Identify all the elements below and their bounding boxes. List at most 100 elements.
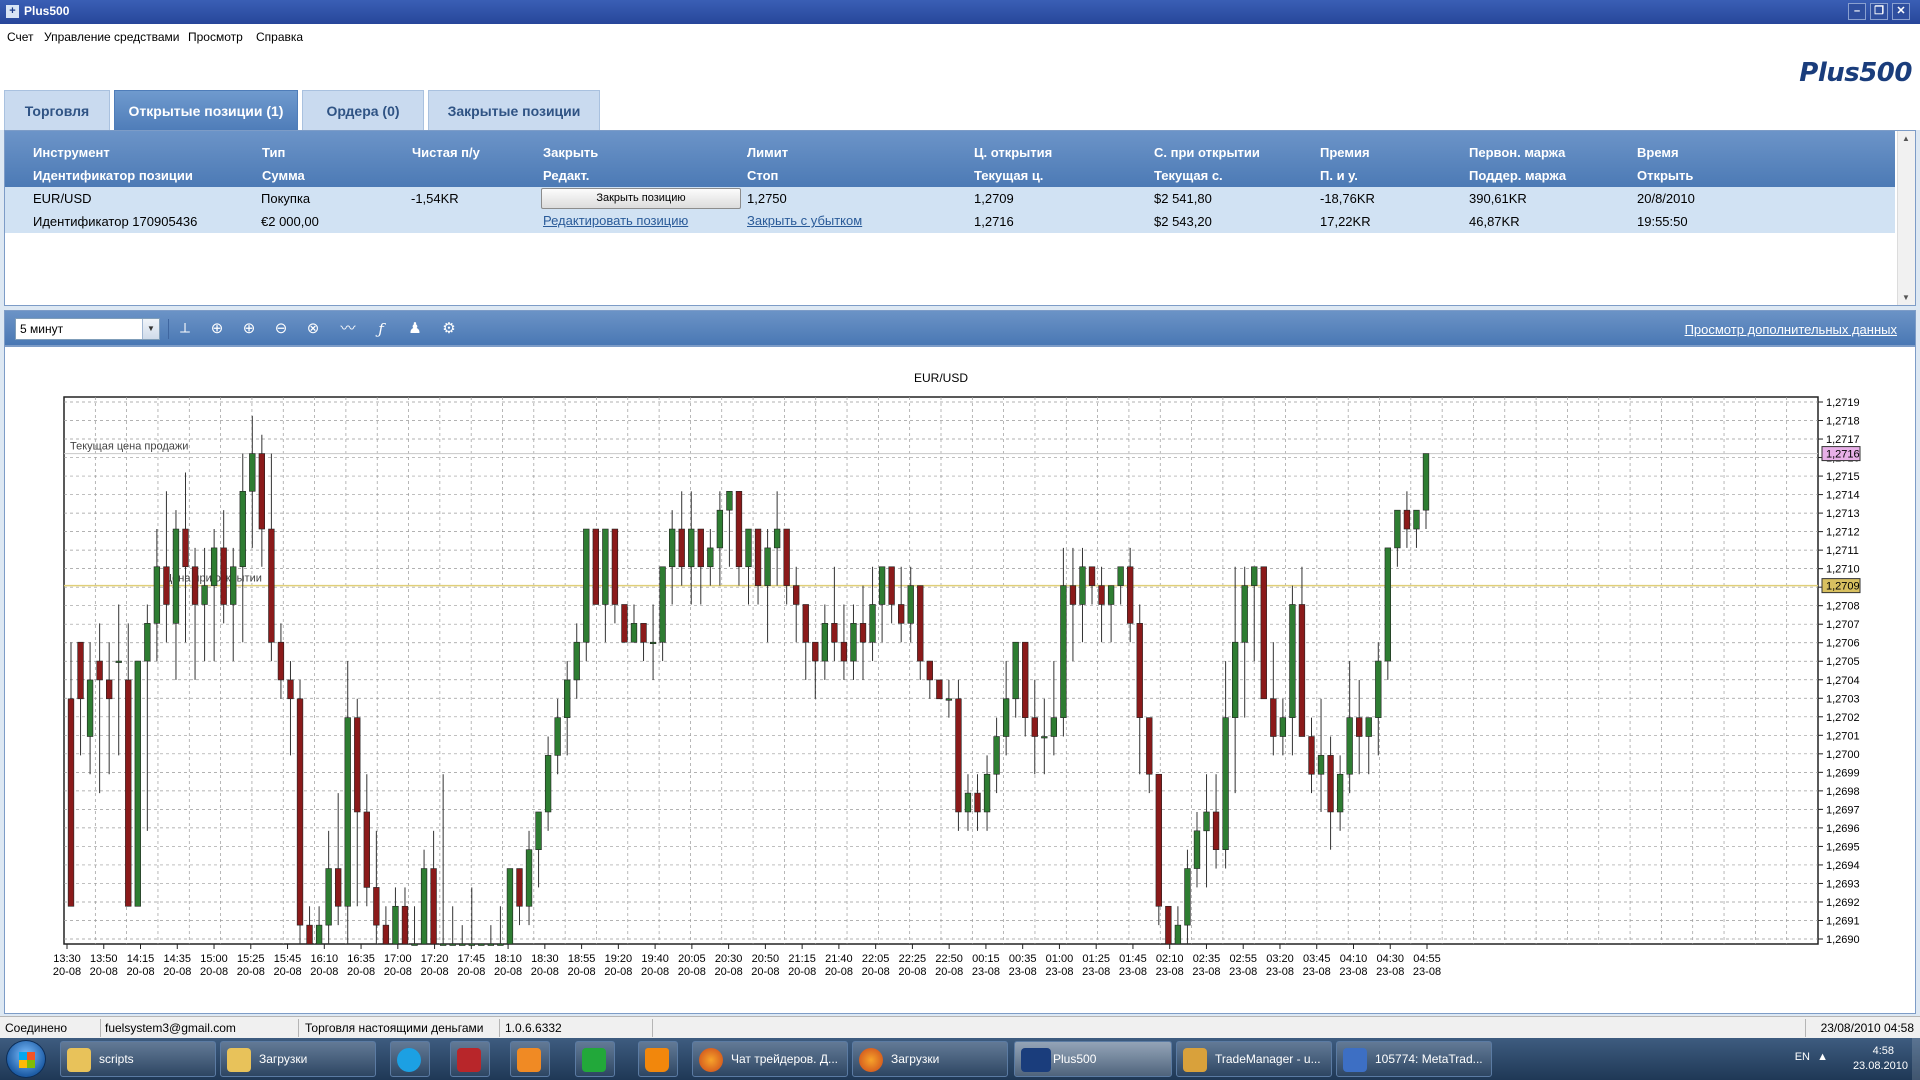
- indicators-icon[interactable]: ƒ: [367, 318, 395, 340]
- candle-body: [315, 924, 323, 945]
- taskbar-item-scripts[interactable]: scripts: [60, 1041, 216, 1077]
- x-tick-time: 17:00: [384, 953, 412, 965]
- menu-help[interactable]: Справка: [256, 30, 303, 44]
- col-stop: Стоп: [747, 168, 779, 183]
- x-tick-date: 23-08: [1009, 966, 1037, 978]
- open-value-cell: $2 541,80: [1154, 191, 1212, 206]
- candle-body: [869, 604, 876, 643]
- current-price-cell: 1,2716: [974, 214, 1014, 229]
- trading-mode: Торговля настоящими деньгами: [303, 1019, 500, 1037]
- more-data-link[interactable]: Просмотр дополнительных данных: [1685, 322, 1897, 337]
- chevron-down-icon[interactable]: ▼: [142, 319, 159, 339]
- x-tick-date: 20-08: [751, 966, 779, 978]
- line-chart-icon[interactable]: 〰: [334, 318, 362, 340]
- positions-scrollbar[interactable]: ▲ ▼: [1897, 131, 1915, 305]
- plus500-logo: Plus500: [1799, 58, 1912, 88]
- candle-body: [1212, 811, 1220, 850]
- tray-arrow-icon[interactable]: ▲: [1817, 1051, 1828, 1063]
- taskbar-item-trademanager[interactable]: TradeManager - u...: [1176, 1041, 1332, 1077]
- timeframe-select[interactable]: 5 минут ▼: [15, 318, 160, 340]
- candle-body: [907, 585, 914, 624]
- taskbar-item-skype[interactable]: [390, 1041, 430, 1077]
- scroll-up-icon[interactable]: ▲: [1902, 134, 1910, 143]
- close-window-button[interactable]: ✕: [1892, 3, 1910, 20]
- candle-body: [67, 698, 75, 907]
- clock-date[interactable]: 23.08.2010: [1853, 1060, 1908, 1072]
- table-row[interactable]: Идентификатор 170905436 €2 000,00 Редакт…: [5, 210, 1895, 233]
- trademanager-icon: [1183, 1048, 1207, 1072]
- x-tick-time: 16:10: [311, 953, 339, 965]
- gear-icon[interactable]: ⚙: [435, 318, 463, 340]
- x-tick-time: 00:15: [972, 953, 1000, 965]
- price-chart[interactable]: EUR/USD 1,2719 1,2718 1,2717 1,2716 1,2715 1,2…: [5, 347, 1915, 1013]
- col-edit: Редакт.: [543, 168, 590, 183]
- stop-loss-link[interactable]: Закрыть с убытком: [747, 213, 862, 228]
- x-tick-time: 02:55: [1229, 953, 1257, 965]
- show-desktop-button[interactable]: [1912, 1038, 1920, 1080]
- x-tick-date: 20-08: [126, 966, 154, 978]
- tab-trading[interactable]: Торговля: [4, 90, 110, 130]
- language-indicator[interactable]: EN: [1795, 1051, 1810, 1063]
- restore-button[interactable]: ❐: [1870, 3, 1888, 20]
- x-tick-date: 20-08: [273, 966, 301, 978]
- y-tick-label: 1,2713: [1826, 508, 1860, 520]
- menu-funds[interactable]: Управление средствами: [44, 30, 180, 44]
- taskbar-item-downloads-folder[interactable]: Загрузки: [220, 1041, 376, 1077]
- taskbar-item-firefox-chat[interactable]: Чат трейдеров. Д...: [692, 1041, 848, 1077]
- x-tick-date: 20-08: [825, 966, 853, 978]
- minimize-button[interactable]: –: [1848, 3, 1866, 20]
- taskbar-item-green-app[interactable]: [575, 1041, 615, 1077]
- x-tick-time: 13:30: [53, 953, 81, 965]
- taskbar-item-vlc[interactable]: [638, 1041, 678, 1077]
- timeframe-value: 5 минут: [20, 322, 64, 336]
- candle-body: [955, 698, 962, 813]
- candle-body: [239, 491, 246, 568]
- scroll-down-icon[interactable]: ▼: [1902, 293, 1910, 302]
- tab-open-positions[interactable]: Открытые позиции (1): [114, 90, 298, 130]
- x-tick-time: 01:00: [1046, 953, 1074, 965]
- logo-area: Plus500: [0, 50, 1920, 90]
- candle-body: [363, 811, 370, 888]
- position-id-cell: Идентификатор 170905436: [33, 214, 198, 229]
- taskbar-item-media-player[interactable]: [510, 1041, 550, 1077]
- x-tick-date: 20-08: [862, 966, 890, 978]
- x-tick-time: 13:50: [90, 953, 118, 965]
- type-cell: Покупка: [261, 191, 311, 206]
- toolbar-separator: [168, 319, 169, 339]
- zoom-out-icon[interactable]: ⊖: [267, 318, 295, 340]
- candle-body: [1203, 811, 1210, 832]
- zoom-in-icon[interactable]: ⊕: [235, 318, 263, 340]
- y-tick-label: 1,2693: [1826, 878, 1860, 890]
- edit-position-link[interactable]: Редактировать позицию: [543, 213, 688, 228]
- crosshair-icon[interactable]: ⊕: [203, 318, 231, 340]
- candle-body: [812, 641, 819, 662]
- y-tick-label: 1,2717: [1826, 434, 1860, 446]
- taskbar-item-firefox-downloads[interactable]: Загрузки: [852, 1041, 1008, 1077]
- candle-body: [1127, 566, 1134, 624]
- candle-body: [201, 585, 208, 605]
- cursor-tool-icon[interactable]: ⟂: [171, 318, 199, 340]
- plus500-icon: [1021, 1048, 1051, 1072]
- candle-body: [564, 679, 571, 718]
- candle-body: [1365, 717, 1372, 737]
- menu-view[interactable]: Просмотр: [188, 30, 243, 44]
- tab-orders[interactable]: Ордера (0): [302, 90, 424, 130]
- start-button[interactable]: [6, 1040, 46, 1078]
- taskbar-item-plus500[interactable]: Plus500: [1014, 1041, 1172, 1077]
- menu-account[interactable]: Счет: [7, 30, 34, 44]
- clock-time[interactable]: 4:58: [1873, 1045, 1894, 1057]
- taskbar-item-metatrader[interactable]: 105774: MetaTrad...: [1336, 1041, 1492, 1077]
- zoom-reset-icon[interactable]: ⊗: [299, 318, 327, 340]
- chart-area[interactable]: EUR/USD 1,2719 1,2718 1,2717 1,2716 1,2715 1,2…: [4, 346, 1916, 1014]
- alert-bell-icon[interactable]: ♟: [401, 318, 429, 340]
- candle-body: [1146, 717, 1153, 775]
- tab-closed-positions[interactable]: Закрытые позиции: [428, 90, 600, 130]
- windows-taskbar: scripts Загрузки Чат трейдеров. Д... Заг…: [0, 1038, 1920, 1080]
- net-pl-cell: -1,54KR: [411, 191, 459, 206]
- x-tick-date: 20-08: [163, 966, 191, 978]
- candle-body: [1375, 660, 1382, 718]
- table-row[interactable]: EUR/USD Покупка -1,54KR Закрыть позицию …: [5, 187, 1895, 210]
- taskbar-item-transformers[interactable]: [450, 1041, 490, 1077]
- close-position-button[interactable]: Закрыть позицию: [541, 188, 741, 209]
- candle-body: [898, 604, 905, 624]
